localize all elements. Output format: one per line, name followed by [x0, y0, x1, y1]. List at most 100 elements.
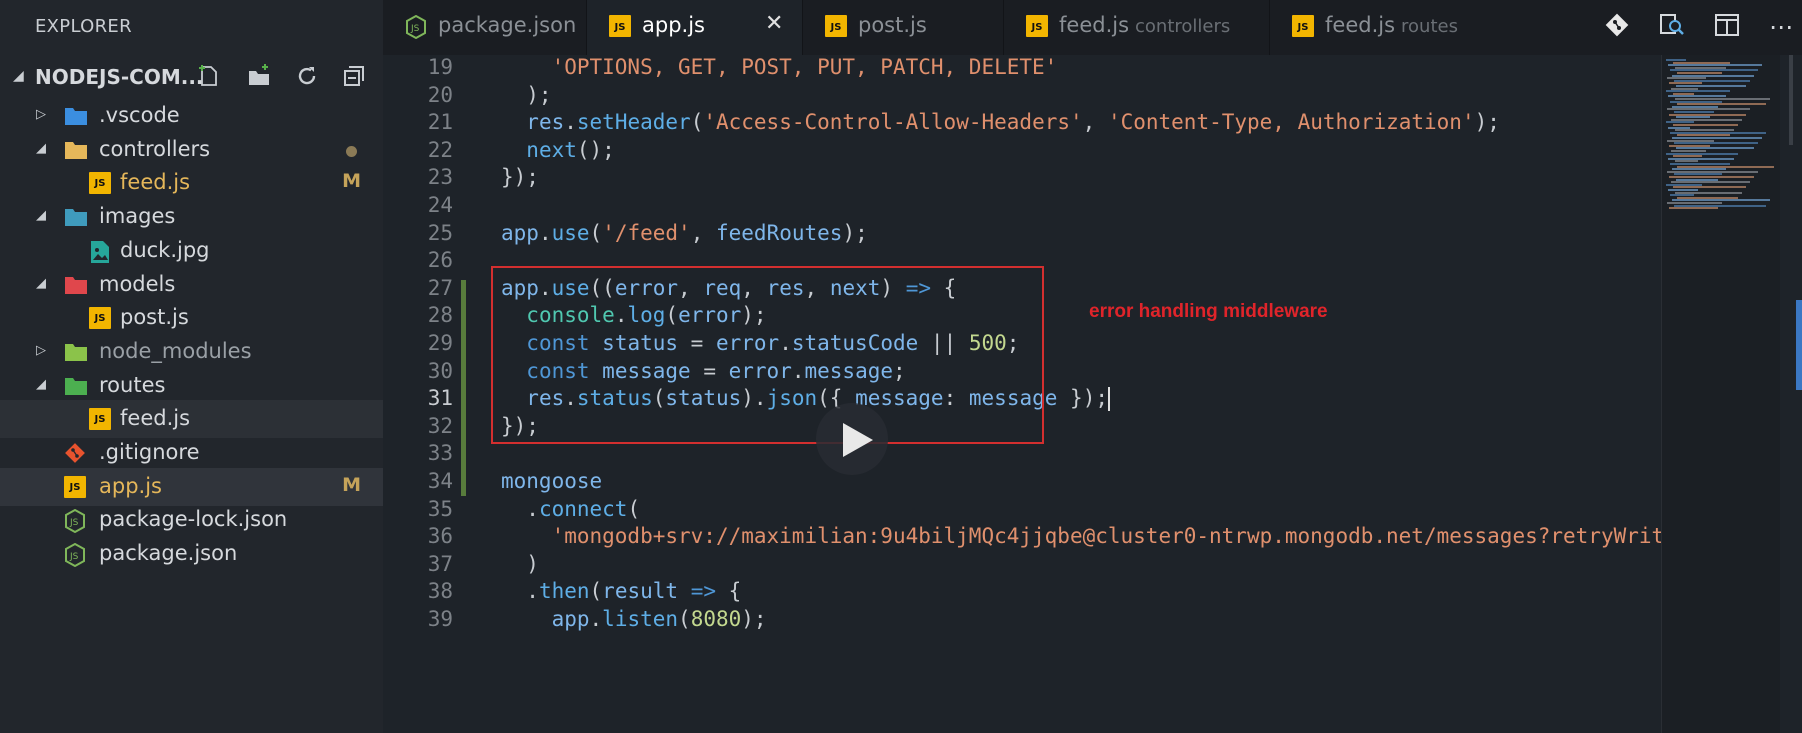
line-number: 28 [427, 303, 453, 328]
chevron-down-icon[interactable]: ◢ [36, 377, 46, 392]
js-file-icon: JS [89, 408, 111, 431]
scroll-thumb[interactable] [1796, 300, 1802, 390]
tree-item-duck-jpg[interactable]: duck.jpg [0, 232, 383, 270]
new-file-icon[interactable] [195, 64, 223, 92]
text-cursor [1107, 387, 1110, 412]
tab-label: app.js [642, 13, 705, 37]
git-change-gutter [461, 280, 466, 496]
line-number: 25 [427, 220, 453, 245]
play-button[interactable] [816, 403, 888, 475]
folder-icon [64, 274, 87, 296]
close-icon[interactable]: ✕ [765, 11, 783, 36]
tree-item-feed-js[interactable]: JS feed.js M [0, 164, 383, 202]
annotation-label: error handling middleware [1089, 301, 1328, 322]
line-number: 39 [427, 607, 453, 631]
tree-item-gitignore[interactable]: .gitignore [0, 434, 383, 472]
chevron-down-icon[interactable]: ◢ [36, 141, 46, 156]
folder-icon [64, 375, 87, 397]
line-number: 38 [427, 579, 453, 604]
image-file-icon [89, 240, 111, 263]
code-token: ); [501, 82, 552, 107]
code-token: app [551, 607, 590, 631]
code-content: app.use('/feed', feedRoutes); [501, 221, 868, 245]
overview-ruler-mark [1789, 55, 1793, 145]
line-number: 36 [427, 524, 453, 549]
tree-item-controllers[interactable]: ◢ controllers [0, 131, 383, 169]
code-token: ) [501, 551, 539, 576]
tree-item-images[interactable]: ◢ images [0, 198, 383, 236]
code-token: then [538, 579, 590, 604]
tree-item-package-lock-json[interactable]: JS package-lock.json [0, 501, 383, 539]
tree-item-feed-js[interactable]: JS feed.js [0, 400, 383, 439]
line-number: 23 [427, 165, 453, 190]
code-content: ); [501, 82, 552, 107]
code-token: (); [576, 137, 615, 162]
tab-app-js[interactable]: JS app.js ✕ [587, 0, 803, 55]
tree-item-label: package.json [99, 541, 238, 566]
folder-icon [64, 206, 87, 228]
more-icon[interactable]: ⋯ [1766, 12, 1796, 42]
split-editor-icon[interactable] [1712, 12, 1742, 42]
open-preview-icon[interactable] [1657, 12, 1687, 42]
tree-item-package-json[interactable]: JS package.json [0, 535, 383, 573]
line-number: 26 [427, 248, 453, 273]
tab-post-js[interactable]: JS post.js [803, 0, 1004, 55]
explorer-title: EXPLORER [35, 16, 132, 37]
project-section-header[interactable]: ◢ NODEJS-COM... [0, 59, 383, 95]
code-token: { [715, 579, 742, 604]
tree-item-vscode[interactable]: ▷ .vscode [0, 97, 383, 135]
code-editor[interactable]: 19 'OPTIONS, GET, POST, PUT, PATCH, DELE… [383, 55, 1802, 733]
code-token: '/feed' [602, 220, 691, 245]
code-token: connect [538, 496, 628, 521]
tree-item-label: controllers [99, 136, 211, 161]
code-token: res [526, 110, 565, 135]
tab-description: controllers [1135, 16, 1231, 37]
code-token: feedRoutes [716, 220, 843, 245]
code-token: 8080 [690, 607, 742, 631]
line-number: 35 [427, 496, 453, 521]
tab-package-json[interactable]: JS package.json [383, 0, 587, 55]
tree-item-node-modules[interactable]: ▷ node_modules [0, 333, 383, 371]
code-token: 'Access-Control-Allow-Headers' [703, 110, 1083, 135]
svg-text:JS: JS [69, 518, 79, 528]
collapse-all-icon[interactable] [340, 64, 368, 92]
chevron-down-icon[interactable]: ◢ [36, 276, 46, 291]
line-number: 24 [427, 193, 453, 217]
js-file-icon: JS [64, 475, 86, 498]
git-compare-icon[interactable] [1602, 12, 1632, 42]
svg-text:JS: JS [69, 552, 79, 562]
tree-item-label: package-lock.json [99, 507, 288, 532]
new-folder-icon[interactable] [245, 64, 273, 92]
tree-item-models[interactable]: ◢ models [0, 266, 383, 304]
editor-scrollbar[interactable] [1780, 55, 1802, 733]
code-token: next [526, 137, 577, 162]
code-line[interactable]: 39 app.listen(8080); [383, 607, 1663, 639]
code-token: app [501, 220, 539, 245]
chevron-right-icon[interactable]: ▷ [36, 343, 46, 358]
code-content: next(); [501, 138, 615, 162]
line-number: 31 [427, 386, 453, 411]
code-content: ) [501, 552, 539, 576]
tree-item-app-js[interactable]: JS app.js M [0, 467, 383, 506]
code-token: . [501, 496, 539, 521]
tree-item-label: models [99, 271, 176, 296]
code-token: . [501, 579, 539, 604]
tree-item-label: images [99, 204, 176, 229]
chevron-down-icon[interactable]: ◢ [36, 208, 46, 223]
minimap[interactable] [1661, 55, 1781, 733]
tree-item-label: node_modules [99, 338, 252, 363]
tab-feed-js-controllers[interactable]: JS feed.js controllers [1004, 0, 1270, 55]
code-content: app.listen(8080); [501, 607, 767, 631]
chevron-down-icon: ◢ [13, 68, 24, 84]
line-number: 22 [427, 137, 453, 162]
tab-feed-js-routes[interactable]: JS feed.js routes [1270, 0, 1495, 55]
chevron-right-icon[interactable]: ▷ [36, 107, 46, 122]
refresh-icon[interactable] [293, 64, 321, 92]
tree-item-routes[interactable]: ◢ routes [0, 367, 383, 405]
tree-item-post-js[interactable]: JS post.js [0, 299, 383, 337]
